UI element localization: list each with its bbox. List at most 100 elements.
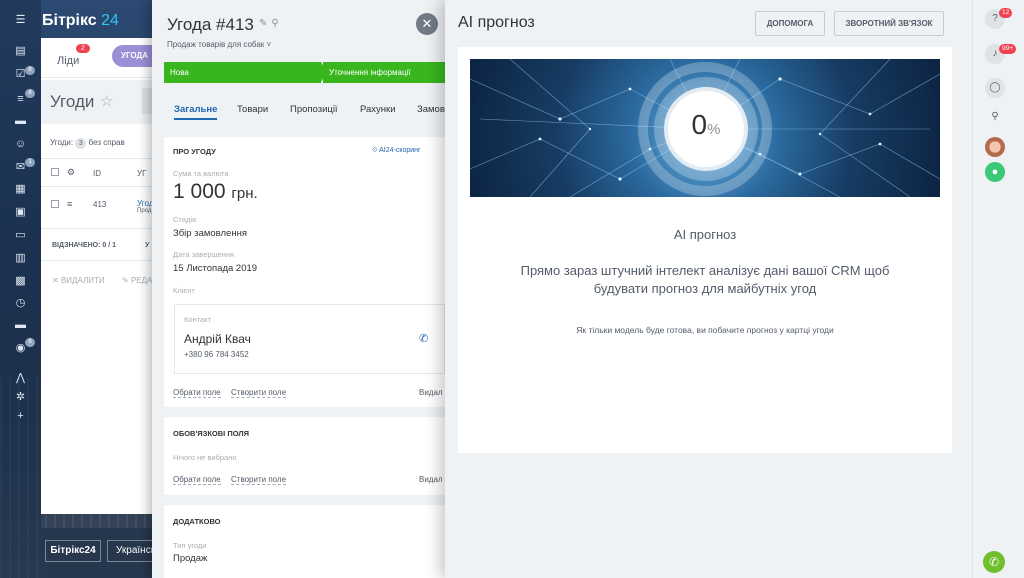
gauge-unit: %: [707, 121, 721, 138]
create-field-link[interactable]: Створити поле: [231, 388, 287, 398]
amount-label: Сума та валюта: [173, 169, 229, 178]
delete-button[interactable]: ✕ ВИДАЛИТИ: [52, 276, 105, 285]
choose-field-link[interactable]: Обрати поле: [173, 475, 221, 485]
nav-badge-crm: 8: [25, 89, 35, 98]
tab-products[interactable]: Товари: [237, 104, 268, 115]
tab-leads[interactable]: Ліди: [57, 55, 79, 67]
ai-panel-title: AI прогноз: [458, 14, 535, 31]
footer-logo[interactable]: Бітрікс24: [45, 540, 101, 562]
edit-label: РЕДА: [130, 276, 153, 285]
logo-number: 24: [101, 12, 119, 29]
search-icon[interactable]: ⚲: [985, 107, 1005, 127]
column-id[interactable]: ID: [93, 169, 101, 178]
drive-icon[interactable]: ▬: [14, 320, 27, 331]
feedback-button[interactable]: ЗВОРОТНИЙ ЗВ'ЯЗОК: [834, 11, 944, 36]
edit-title-icon[interactable]: ✎⚲: [259, 18, 283, 29]
client-label: Клієнт: [173, 286, 195, 295]
contact-name[interactable]: Андрій Квач: [184, 332, 251, 346]
help-button[interactable]: ДОПОМОГА: [755, 11, 825, 36]
stage-new[interactable]: Нова: [164, 62, 327, 83]
stage-value: Збір замовлення: [173, 228, 247, 239]
portal-logo[interactable]: Бітрікс 24: [42, 12, 119, 30]
contact-card[interactable]: Контакт Андрій Квач +380 96 784 3452 ✆: [174, 304, 445, 374]
avatar[interactable]: [985, 137, 1005, 157]
deal-type-label: Тип угоди: [173, 541, 207, 550]
page-title: Угоди: [50, 92, 95, 111]
row-sub: Прод: [137, 208, 152, 214]
ai-forecast-slider: AI прогноз ДОПОМОГА ЗВОРОТНИЙ ЗВ'ЯЗОК 0%…: [445, 0, 972, 578]
phone-icon[interactable]: ✆: [419, 332, 428, 345]
right-sidebar: ? 12 ♪ 99+ ◯ ⚲ ●: [972, 0, 1024, 578]
settings-icon[interactable]: ✲: [14, 392, 27, 403]
row-menu-icon[interactable]: ≡: [67, 199, 72, 209]
tab-orders[interactable]: Замов: [417, 104, 445, 115]
settings-gear-icon[interactable]: ⚙: [67, 167, 75, 178]
contact-phone[interactable]: +380 96 784 3452: [184, 350, 249, 359]
ai-heading: AI прогноз: [673, 227, 737, 242]
required-empty: Нічого не вибрано: [173, 453, 237, 462]
tab-general[interactable]: Загальне: [174, 104, 218, 120]
left-menu: ☰ ▤ ☑ 8 ≡ 8 ▬ ☺ ✉ 1 ▦ ▣ ▭ ▥ ▩ ◷ ▬ ◉ 8 ⋀ …: [0, 0, 41, 578]
remove-section-link[interactable]: Видал: [419, 388, 443, 397]
ai-scoring-link[interactable]: ⟐ AI24-скоринг: [372, 147, 421, 155]
required-section: ОБОВ'ЯЗКОВІ ПОЛЯ Нічого не вибрано Обрат…: [164, 417, 445, 495]
group-icon[interactable]: ☺: [14, 139, 27, 150]
choose-field-link[interactable]: Обрати поле: [173, 388, 221, 398]
divider: [41, 158, 161, 159]
nav-badge-mail: 1: [25, 158, 35, 167]
chat-icon[interactable]: ▬: [14, 116, 27, 127]
edit-button[interactable]: ✎ РЕДА: [122, 276, 152, 285]
chat-icon[interactable]: ◯: [985, 78, 1005, 98]
deal-title: Угода #413: [167, 15, 254, 34]
deal-tabs: Загальне Товари Пропозиції Рахунки Замов: [164, 96, 445, 126]
row-id: 413: [93, 200, 107, 209]
structure-icon[interactable]: ⋀: [14, 373, 27, 384]
scoring-icon: ⟐: [372, 147, 378, 154]
create-field-link[interactable]: Створити поле: [231, 475, 287, 485]
divider: [41, 228, 161, 229]
selected-trail: У: [145, 242, 150, 249]
deal-list: [41, 128, 161, 488]
extra-section: ДОДАТКОВО Тип угоди Продаж: [164, 505, 445, 578]
time-icon[interactable]: ◷: [14, 298, 27, 309]
add-menu-icon[interactable]: +: [14, 411, 27, 422]
user-avatar[interactable]: ●: [985, 162, 1005, 182]
filter-count-badge[interactable]: 3: [75, 138, 87, 149]
row-name-link[interactable]: Угод: [137, 199, 153, 208]
required-header: ОБОВ'ЯЗКОВІ ПОЛЯ: [173, 429, 250, 438]
chevron-down-icon: ˅: [266, 40, 272, 49]
filter-summary: Угоди: 3 без справ: [50, 138, 125, 149]
nav-badge-more: 8: [25, 338, 35, 347]
row-checkbox[interactable]: [51, 200, 59, 208]
phone-call-icon[interactable]: ✆: [983, 551, 1005, 573]
select-all-checkbox[interactable]: [51, 168, 59, 176]
contact-label: Контакт: [184, 315, 212, 324]
remove-section-link[interactable]: Видал: [419, 475, 443, 484]
close-icon[interactable]: ✕: [416, 13, 438, 35]
star-icon[interactable]: ☆: [100, 92, 113, 110]
column-name[interactable]: УГ: [137, 169, 146, 178]
contacts-icon[interactable]: ▩: [14, 276, 27, 287]
divider: [41, 260, 161, 261]
sites-icon[interactable]: ▣: [14, 207, 27, 218]
divider: [41, 186, 161, 187]
feed-icon[interactable]: ▤: [14, 46, 27, 57]
menu-icon[interactable]: ☰: [14, 15, 27, 26]
shop-icon[interactable]: ▭: [14, 230, 27, 241]
tab-quotes[interactable]: Пропозиції: [290, 104, 338, 115]
pipeline-selector[interactable]: Продаж товарів для собак ˅: [167, 40, 271, 49]
deal-type-value: Продаж: [173, 553, 208, 564]
notify-badge: 99+: [999, 44, 1017, 54]
stage-clarify[interactable]: Уточнення інформації: [323, 62, 445, 83]
calendar-icon[interactable]: ▥: [14, 253, 27, 264]
forecast-gauge: 0%: [664, 87, 748, 171]
about-header: ПРО УГОДУ: [173, 147, 216, 156]
ai-description: Прямо зараз штучний інтелект аналізує да…: [520, 263, 890, 296]
apps-icon[interactable]: ▦: [14, 184, 27, 195]
close-date-value: 15 Листопада 2019: [173, 263, 258, 274]
stage-label: Стадія: [173, 215, 197, 224]
amount-value: 1 000 грн.: [173, 180, 258, 204]
tab-invoices[interactable]: Рахунки: [360, 104, 396, 115]
ai-note: Як тільки модель буде готова, ви побачит…: [576, 325, 834, 335]
filter-no-tasks[interactable]: без справ: [89, 138, 125, 147]
